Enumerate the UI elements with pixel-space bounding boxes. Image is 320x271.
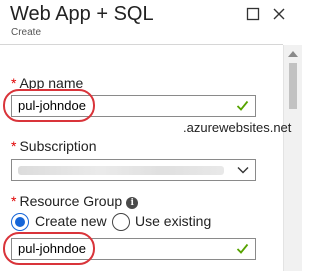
maximize-button[interactable] (245, 6, 261, 22)
app-name-input[interactable]: pul-johndoe (11, 95, 256, 117)
info-icon[interactable]: i (126, 197, 139, 209)
checkmark-icon (236, 100, 249, 111)
use-existing-radio[interactable] (112, 213, 130, 231)
resource-group-input[interactable]: pul-johndoe (11, 238, 256, 260)
subscription-select[interactable] (11, 159, 256, 181)
required-marker: * (11, 138, 17, 154)
create-new-label[interactable]: Create new (35, 213, 107, 229)
blade-header: Web App + SQL Create (0, 0, 302, 44)
subscription-label-text: Subscription (19, 138, 97, 154)
close-button[interactable] (271, 6, 287, 22)
chevron-down-icon (237, 167, 249, 174)
use-existing-label[interactable]: Use existing (135, 213, 211, 229)
checkmark-icon (236, 243, 249, 254)
header-divider (0, 44, 283, 45)
blade-subtitle: Create (11, 27, 42, 38)
scroll-up-arrow-icon[interactable] (288, 51, 298, 57)
scrollbar[interactable] (283, 45, 302, 271)
required-marker: * (11, 75, 17, 91)
app-name-label: * App name (11, 75, 83, 91)
scroll-thumb[interactable] (289, 63, 297, 109)
close-icon (273, 8, 285, 20)
app-name-value: pul-johndoe (18, 98, 86, 113)
blade-title: Web App + SQL (10, 3, 154, 25)
required-marker: * (11, 193, 17, 209)
resource-group-value: pul-johndoe (18, 241, 86, 256)
redacted-subscription-value (18, 166, 224, 175)
subscription-label: * Subscription (11, 138, 97, 154)
create-blade: Web App + SQL Create * App name pul-johnd… (0, 0, 302, 271)
square-icon (246, 7, 260, 21)
resource-group-label-text: Resource Group (19, 193, 123, 209)
resource-group-label: * Resource Group i (11, 193, 139, 209)
app-name-label-text: App name (19, 75, 84, 91)
create-new-radio[interactable] (11, 213, 29, 231)
domain-suffix: .azurewebsites.net (183, 120, 292, 135)
